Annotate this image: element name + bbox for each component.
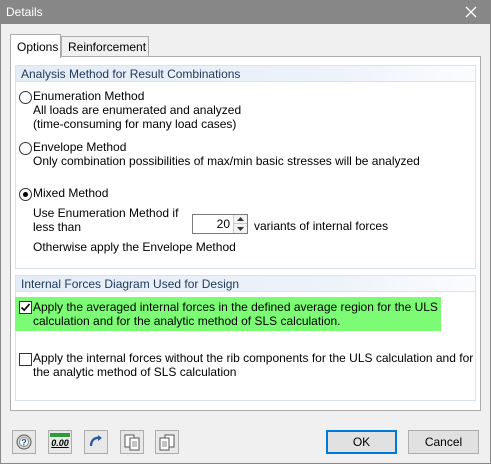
cancel-button[interactable]: Cancel: [408, 430, 479, 454]
help-icon: ?: [16, 434, 32, 450]
variants-spinner[interactable]: [192, 214, 248, 234]
import-button[interactable]: [120, 430, 144, 454]
internal-forces-header: Internal Forces Diagram Used for Design: [16, 276, 475, 292]
radio-selected-dot: [23, 192, 28, 197]
internal-forces-group: Internal Forces Diagram Used for Design …: [15, 275, 476, 401]
close-button[interactable]: [451, 0, 491, 24]
averaged-forces-checkbox[interactable]: [19, 301, 32, 314]
envelope-method-radio[interactable]: [19, 142, 32, 155]
enumeration-method-desc-1: All loads are enumerated and analyzed: [33, 103, 242, 117]
mixed-method-label: Mixed Method: [33, 186, 109, 200]
envelope-method-desc: Only combination possibilities of max/mi…: [33, 154, 420, 168]
without-rib-checkbox[interactable]: [19, 353, 32, 366]
enumeration-method-radio[interactable]: [19, 91, 32, 104]
enumeration-method-label: Enumeration Method: [33, 89, 145, 103]
tab-options[interactable]: Options: [10, 34, 61, 58]
without-rib-line-2: the analytic method of SLS calculation: [33, 365, 237, 379]
ok-button[interactable]: OK: [326, 430, 397, 454]
averaged-forces-line-1: Apply the averaged internal forces in th…: [33, 300, 438, 314]
export-icon: [159, 434, 175, 451]
reset-icon: [89, 435, 102, 447]
units-icon: 0.00: [50, 433, 70, 451]
tab-options-label: Options: [17, 40, 59, 54]
spinner-down-button[interactable]: [234, 224, 247, 233]
spinner-buttons: [233, 215, 247, 233]
mixed-method-line-1: Use Enumeration Method if: [33, 206, 179, 220]
mixed-method-line-2: less than: [33, 220, 82, 234]
window-title: Details: [6, 5, 43, 19]
averaged-forces-line-2: calculation and for the analytic method …: [33, 314, 341, 328]
analysis-method-header: Analysis Method for Result Combinations: [16, 66, 475, 82]
tab-reinforcement-label: Reinforcement: [68, 40, 147, 54]
envelope-method-label: Envelope Method: [33, 140, 127, 154]
spinner-up-button[interactable]: [234, 215, 247, 224]
mixed-method-radio[interactable]: [19, 188, 32, 201]
checkmark-icon: [20, 303, 31, 312]
units-button[interactable]: 0.00: [48, 430, 72, 454]
tab-reinforcement[interactable]: Reinforcement: [61, 36, 149, 57]
import-icon: [124, 434, 140, 451]
close-icon: [465, 6, 477, 18]
arrow-up-icon: [237, 217, 244, 221]
ok-button-label: OK: [352, 435, 371, 449]
variants-suffix: variants of internal forces: [254, 219, 389, 233]
options-panel: Analysis Method for Result Combinations …: [10, 56, 481, 411]
units-icon-text: 0.00: [51, 438, 69, 448]
help-button[interactable]: ?: [12, 430, 36, 454]
svg-text:?: ?: [21, 438, 27, 448]
analysis-method-group: Analysis Method for Result Combinations …: [15, 65, 476, 269]
title-bar: Details: [0, 0, 491, 24]
variants-input[interactable]: [193, 215, 233, 233]
reset-button[interactable]: [84, 430, 108, 454]
otherwise-envelope-text: Otherwise apply the Envelope Method: [33, 240, 236, 254]
cancel-button-label: Cancel: [424, 435, 463, 449]
enumeration-method-desc-2: (time-consuming for many load cases): [33, 117, 237, 131]
export-button[interactable]: [155, 430, 179, 454]
arrow-down-icon: [237, 226, 244, 231]
without-rib-line-1: Apply the internal forces without the ri…: [33, 351, 474, 365]
